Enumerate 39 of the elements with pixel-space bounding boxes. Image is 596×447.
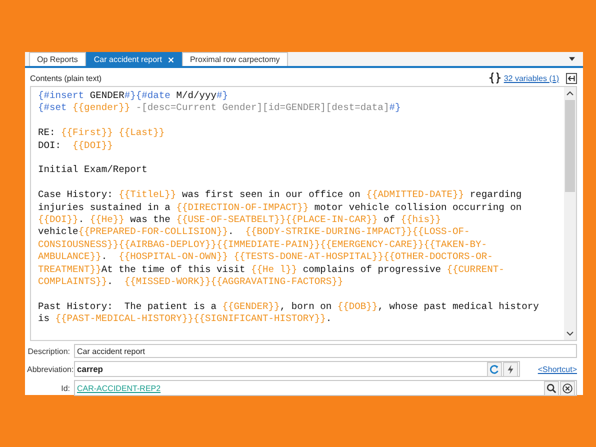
search-icon[interactable]	[544, 380, 559, 396]
scroll-down-icon[interactable]	[566, 331, 574, 336]
scroll-up-icon[interactable]	[566, 91, 574, 96]
contents-label: Contents (plain text)	[30, 74, 102, 82]
code-line: COMPLAINTS}}. {{MISSED-WORK}}{{AGGRAVATING-FACTORS}}	[38, 276, 344, 288]
refresh-icon[interactable]	[486, 362, 502, 376]
code-line: {#set {{gender}} -[desc=Current Gender][id=GENDER][dest=data]#}	[38, 102, 401, 115]
code-line: injuries sustained in a {{DIRECTION-OF-IMPACT}} motor vehicle collision occurring on	[38, 202, 522, 214]
code-line: CONSIOUSNESS}}{{AIRBAG-DEPLOY}}{{IMMEDIATE-PAIN}}{{EMERGENCY-CARE}}{{TAKEN-BY-	[38, 238, 488, 252]
code-line: {#insert GENDER#}{#date M/d/yyy#}	[38, 90, 228, 102]
code-line: AMBULANCE}}. {{HOSPITAL-ON-OWN}} {{TESTS-DONE-AT-HOSPITAL}}{{OTHER-DOCTORS-OR-	[38, 251, 493, 264]
tab[interactable]: Op Reports	[29, 52, 86, 66]
exit-icon[interactable]	[566, 72, 577, 84]
code-line: is {{PAST-MEDICAL-HISTORY}}{{SIGNIFICANT-HISTORY}}.	[38, 313, 332, 326]
scrollbar[interactable]	[564, 87, 576, 340]
lightning-icon[interactable]	[502, 362, 518, 376]
code-line: Past History: The patient is a {{GENDER}}, born on {{DOB}}, whose past medical history	[38, 300, 539, 314]
code-line: DOI: {{DOI}}	[38, 140, 113, 152]
code-line: vehicle{{PREPARED-FOR-COLLISION}}. {{BODY-STRIKE-DURING-IMPACT}}{{LOSS-OF-	[38, 226, 470, 239]
abbreviation-field[interactable]: carrep	[74, 361, 520, 377]
tab[interactable]: Car accident report	[86, 52, 182, 66]
description-field[interactable]: Car accident report	[74, 344, 577, 358]
id-label: Id:	[60, 384, 70, 392]
code-line: {{DOI}}. {{He}} was the {{USE-OF-SEATBELT}}{{PLACE-IN-CAR}} of {{his}}	[38, 214, 442, 226]
code-line: Case History: {{TitleL}} was first seen in our office on {{ADMITTED-DATE}} regarding	[38, 189, 522, 202]
braces-icon	[488, 72, 501, 84]
abbreviation-value: carrep	[77, 364, 103, 374]
code-line: TREATMENT}}At the time of this visit {{He l}} complains of progressive {{CURRENT-	[38, 264, 504, 276]
shortcut-link[interactable]: <Shortcut>	[538, 364, 577, 374]
code-line: RE: {{First}} {{Last}}	[38, 127, 165, 140]
id-link[interactable]: CAR-ACCIDENT-REP2	[77, 384, 161, 392]
variables-link[interactable]: 32 variables (1)	[504, 74, 559, 82]
id-field[interactable]: CAR-ACCIDENT-REP2	[74, 380, 577, 396]
clear-icon[interactable]	[560, 380, 575, 396]
tab[interactable]: Proximal row carpectomy	[182, 52, 288, 66]
code-line: Initial Exam/Report	[38, 164, 148, 177]
dropdown-caret-icon[interactable]	[569, 57, 575, 61]
description-label: Description:	[27, 346, 70, 356]
close-icon[interactable]	[168, 56, 174, 62]
